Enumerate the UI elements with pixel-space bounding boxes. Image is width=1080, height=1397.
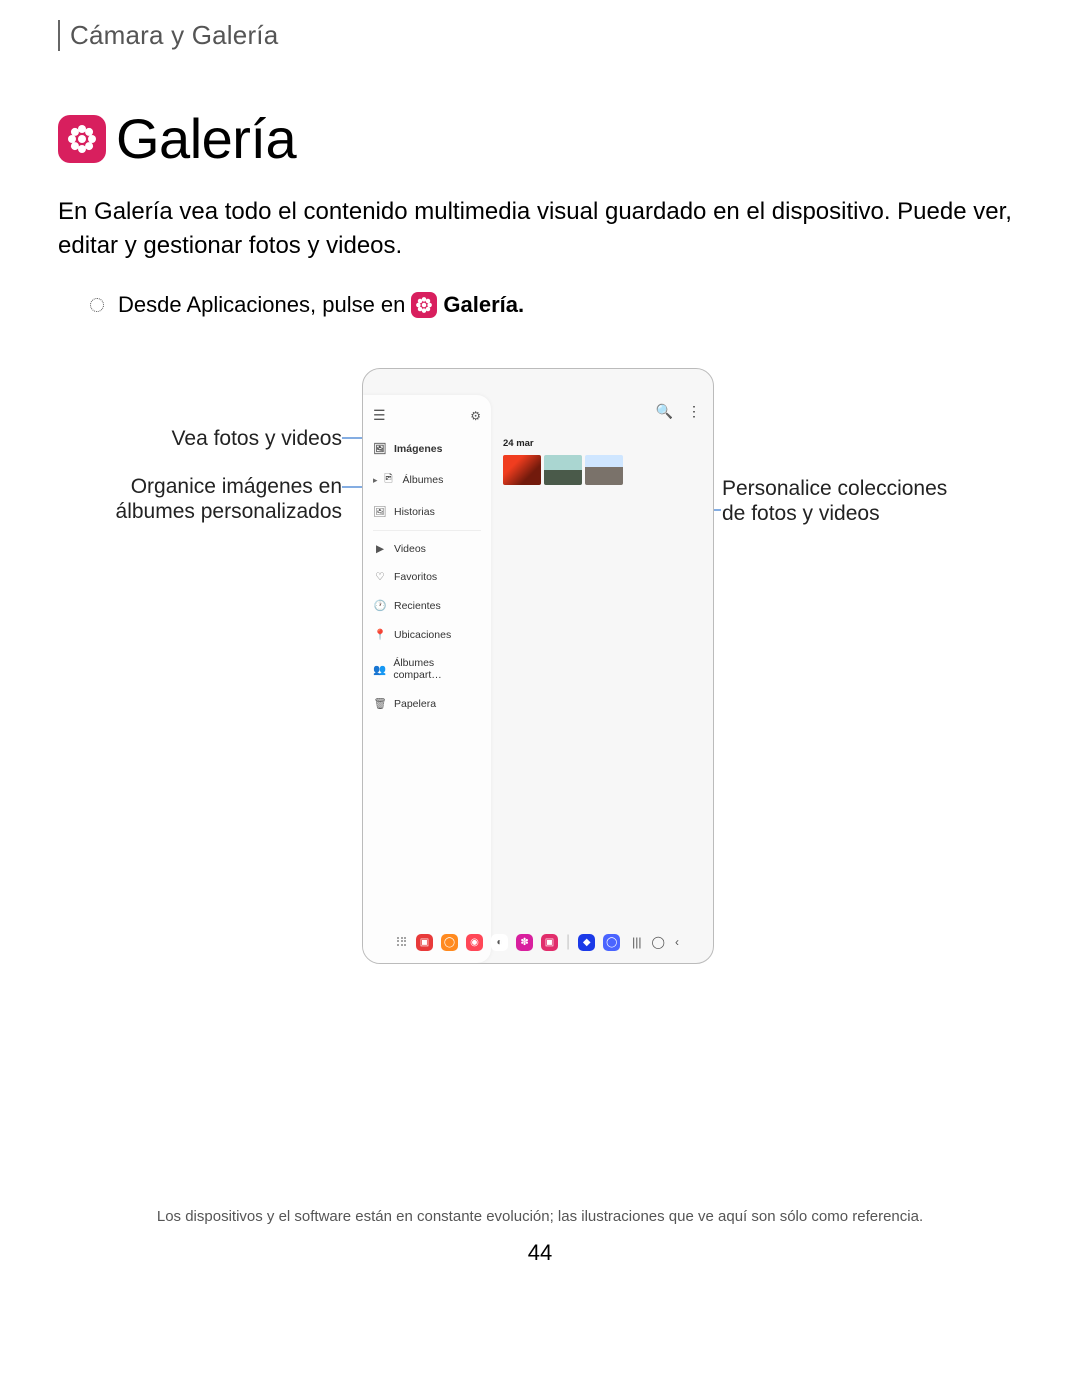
step-app-name: Galería. (443, 292, 524, 318)
sidebar-item-shared[interactable]: 👥 Álbumes compart… (363, 649, 491, 689)
disclaimer: Los dispositivos y el software están en … (58, 1208, 1022, 1225)
sidebar-item-albums[interactable]: ▸ 🖻 Álbumes (363, 463, 491, 497)
search-icon[interactable]: 🔍 (656, 403, 673, 420)
apps-grid-icon[interactable] (397, 937, 408, 948)
clock-icon: 🕐 (373, 599, 387, 612)
dock-app-icon[interactable]: ◆ (578, 934, 595, 951)
sidebar-item-label: Papelera (394, 698, 436, 710)
sidebar-item-label: Imágenes (394, 443, 442, 455)
page-title: Galería (116, 106, 296, 171)
sidebar-item-images[interactable]: 🖼 Imágenes (363, 434, 491, 463)
video-icon: ▶ (373, 543, 387, 555)
dock-app-icon[interactable]: ✽ (516, 934, 533, 951)
intro-paragraph: En Galería vea todo el contenido multime… (58, 195, 1022, 262)
sidebar-item-label: Álbumes (403, 474, 444, 486)
sidebar-item-label: Historias (394, 506, 435, 518)
menu-icon[interactable]: ☰ (373, 407, 386, 424)
gear-icon[interactable]: ⚙ (470, 409, 481, 423)
photo-thumbnail[interactable] (585, 455, 623, 485)
image-icon: 🖼 (373, 442, 387, 455)
sidebar-item-label: Álbumes compart… (393, 657, 481, 681)
dock-app-icon[interactable]: ◯ (603, 934, 620, 951)
dock-app-icon[interactable]: ◐ (491, 934, 508, 951)
sidebar-item-locations[interactable]: 📍 Ubicaciones (363, 620, 491, 649)
sidebar-item-favorites[interactable]: ♡ Favoritos (363, 563, 491, 591)
callout-albums: Organice imágenes en álbumes personaliza… (112, 474, 342, 524)
sidebar-item-label: Recientes (394, 600, 441, 612)
dock-app-icon[interactable]: ▣ (541, 934, 558, 951)
photo-thumbnail[interactable] (544, 455, 582, 485)
group-icon: 👥 (373, 663, 386, 676)
thumbnail-row (503, 455, 701, 485)
back-nav-icon[interactable]: ‹ (675, 935, 679, 949)
callout-photos-videos: Vea fotos y videos (112, 426, 342, 451)
album-icon: 🖻 (382, 471, 396, 489)
heart-icon: ♡ (373, 571, 387, 583)
gallery-sidebar: ☰ ⚙ 🖼 Imágenes ▸ 🖻 Álbumes (363, 395, 491, 963)
stories-icon: 🖼 (373, 505, 387, 518)
photo-thumbnail[interactable] (503, 455, 541, 485)
page-number: 44 (58, 1240, 1022, 1266)
dock-app-icon[interactable]: ▣ (416, 934, 433, 951)
sidebar-item-label: Ubicaciones (394, 629, 451, 641)
chevron-right-icon: ▸ (373, 475, 378, 486)
pin-icon: 📍 (373, 628, 387, 641)
sidebar-item-stories[interactable]: 🖼 Historias (363, 497, 491, 526)
sidebar-item-label: Favoritos (394, 571, 437, 583)
recents-nav-icon[interactable]: ||| (632, 935, 641, 949)
date-header: 24 mar (503, 438, 701, 449)
sidebar-item-recent[interactable]: 🕐 Recientes (363, 591, 491, 620)
step-line: Desde Aplicaciones, pulse en Galería. (90, 292, 1022, 318)
bullet-icon (90, 298, 104, 312)
callout-stories: Personalice colecciones de fotos y video… (722, 476, 962, 526)
dock-app-icon[interactable]: ◯ (441, 934, 458, 951)
home-nav-icon[interactable]: ◯ (652, 935, 665, 949)
gallery-icon (58, 115, 106, 163)
breadcrumb: Cámara y Galería (70, 20, 278, 50)
sidebar-item-trash[interactable]: 🗑 Papelera (363, 689, 491, 718)
sidebar-item-videos[interactable]: ▶ Videos (363, 535, 491, 563)
trash-icon: 🗑 (373, 697, 387, 710)
more-icon[interactable]: ⋮ (687, 403, 701, 420)
sidebar-item-label: Videos (394, 543, 426, 555)
step-prefix: Desde Aplicaciones, pulse en (118, 292, 405, 318)
gallery-icon (411, 292, 437, 318)
device-screenshot: ☰ ⚙ 🖼 Imágenes ▸ 🖻 Álbumes (362, 368, 714, 964)
app-dock: ▣ ◯ ◉ ◐ ✽ ▣ | ◆ ◯ ||| ◯ ‹ (363, 933, 713, 951)
dock-app-icon[interactable]: ◉ (466, 934, 483, 951)
